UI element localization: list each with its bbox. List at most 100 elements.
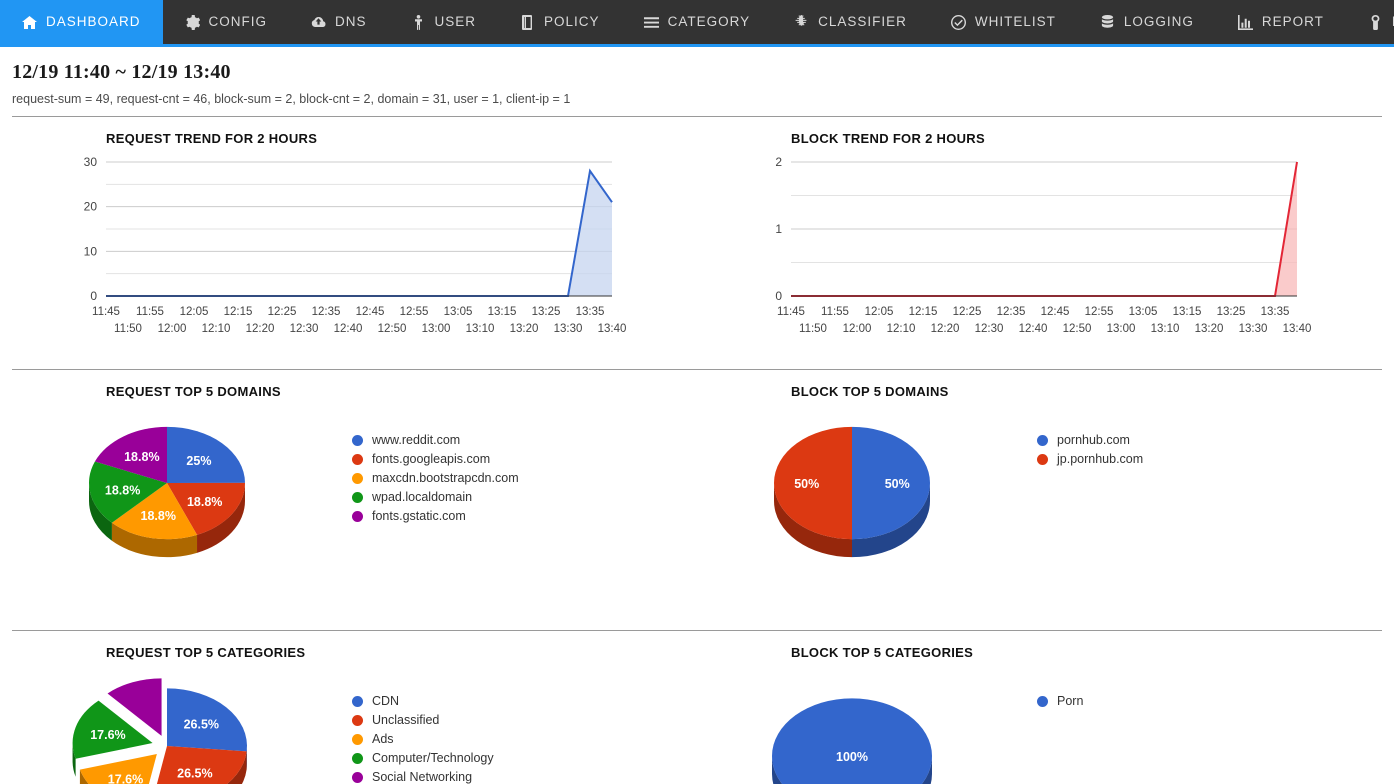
pie-slice-percentage: 100% bbox=[836, 750, 868, 764]
legend-color-dot bbox=[352, 696, 363, 707]
nav-item-category[interactable]: CATEGORY bbox=[622, 0, 773, 44]
nav-item-label: USER bbox=[434, 14, 477, 30]
legend-item[interactable]: www.reddit.com bbox=[352, 431, 519, 450]
legend-item[interactable]: fonts.gstatic.com bbox=[352, 507, 519, 526]
nav-item-label: CLASSIFIER bbox=[818, 14, 907, 30]
nav-item-whitelist[interactable]: WHITELIST bbox=[929, 0, 1078, 44]
legend-label: Computer/Technology bbox=[372, 751, 494, 766]
request-trend-svg: 0 10 20 30 11:45 11:50 11:55 12:00 12:05 12:10 12:… bbox=[84, 155, 627, 335]
x-tick-label: 13:30 bbox=[554, 323, 583, 335]
x-tick-label: 12:40 bbox=[334, 323, 363, 335]
pie-slice-percentage: 18.8% bbox=[187, 495, 222, 509]
pie-slice-percentage: 50% bbox=[794, 477, 819, 491]
nav-item-label: DASHBOARD bbox=[46, 14, 141, 30]
legend-label: pornhub.com bbox=[1057, 433, 1130, 448]
x-tick-label: 13:15 bbox=[1173, 306, 1202, 318]
x-tick-label: 12:00 bbox=[158, 323, 187, 335]
database-icon bbox=[1101, 14, 1113, 28]
block-domains-svg: 50% 50% bbox=[774, 426, 930, 558]
legend-item[interactable]: Social Networking bbox=[352, 768, 494, 784]
x-tick-label: 13:40 bbox=[1283, 323, 1312, 335]
legend-item[interactable]: jp.pornhub.com bbox=[1037, 450, 1143, 469]
x-tick-label: 13:10 bbox=[1151, 323, 1180, 335]
x-tick-label: 12:45 bbox=[356, 306, 385, 318]
request-domains-pie: 25% 18.8% 18.8% 18.8% 18.8% bbox=[12, 403, 352, 598]
bug-icon bbox=[795, 14, 807, 26]
block-categories-title: BLOCK TOP 5 CATEGORIES bbox=[791, 645, 974, 660]
legend-color-dot bbox=[352, 473, 363, 484]
x-tick-label: 13:40 bbox=[598, 323, 627, 335]
check-circle-icon bbox=[950, 14, 966, 30]
x-tick-label: 12:55 bbox=[1085, 306, 1114, 318]
x-tick-label: 12:20 bbox=[931, 323, 960, 335]
legend-color-dot bbox=[1037, 696, 1048, 707]
legend-color-dot bbox=[352, 454, 363, 465]
legend-item[interactable]: fonts.googleapis.com bbox=[352, 450, 519, 469]
legend-item[interactable]: maxcdn.bootstrapcdn.com bbox=[352, 469, 519, 488]
panel-block-categories: BLOCK TOP 5 CATEGORIES 100% Porn bbox=[697, 631, 1382, 784]
nav-item-label: CONFIG bbox=[208, 14, 268, 30]
x-tick-label: 11:50 bbox=[114, 323, 142, 335]
x-tick-label: 13:30 bbox=[1239, 323, 1268, 335]
cloud-icon bbox=[311, 16, 326, 27]
nav-item-report[interactable]: REPORT bbox=[1216, 0, 1346, 44]
block-categories-pie: 100% bbox=[697, 664, 1037, 784]
legend-item[interactable]: Unclassified bbox=[352, 711, 494, 730]
svg-text:2: 2 bbox=[775, 155, 782, 169]
request-categories-pie: 26.5% 26.5% 17.6% 17.6% bbox=[12, 664, 352, 784]
nav-item-label: DNS bbox=[335, 14, 367, 30]
pie-slice-percentage: 26.5% bbox=[177, 767, 212, 781]
legend-color-dot bbox=[352, 435, 363, 446]
nav-item-dashboard[interactable]: DASHBOARD bbox=[0, 0, 163, 44]
pie-slice-percentage: 17.6% bbox=[90, 728, 125, 742]
nav-item-config[interactable]: CONFIG bbox=[163, 0, 290, 44]
x-tick-label: 12:00 bbox=[843, 323, 872, 335]
nav-item-logging[interactable]: LOGGING bbox=[1078, 0, 1216, 44]
legend-label: wpad.localdomain bbox=[372, 490, 473, 505]
nav-item-help[interactable]: HELP bbox=[1346, 0, 1394, 44]
nav-item-classifier[interactable]: CLASSIFIER bbox=[772, 0, 929, 44]
request-trend-chart: 0 10 20 30 11:45 11:50 11:55 12:00 12:05 12:10 12:… bbox=[12, 152, 697, 357]
block-trend-title: BLOCK TREND FOR 2 HOURS bbox=[791, 131, 985, 146]
x-tick-label: 13:15 bbox=[488, 306, 517, 318]
nav-item-dns[interactable]: DNS bbox=[289, 0, 389, 44]
legend-label: Ads bbox=[372, 732, 394, 747]
legend-item[interactable]: Ads bbox=[352, 730, 494, 749]
legend-item[interactable]: Computer/Technology bbox=[352, 749, 494, 768]
x-tick-label: 11:55 bbox=[821, 306, 849, 318]
x-tick-label: 12:40 bbox=[1019, 323, 1048, 335]
block-trend-chart: 0 1 2 11:45 11:50 11:55 12:00 12:05 12:10 12:15 12… bbox=[697, 152, 1382, 357]
nav-item-user[interactable]: USER bbox=[389, 0, 499, 44]
pie-slice-percentage: 26.5% bbox=[184, 718, 219, 732]
request-domains-svg: 25%18.8%18.8%18.8%18.8% bbox=[89, 426, 245, 558]
nav-item-label: POLICY bbox=[544, 14, 600, 30]
x-tick-label: 12:20 bbox=[246, 323, 275, 335]
legend-item[interactable]: pornhub.com bbox=[1037, 431, 1143, 450]
panel-request-categories: REQUEST TOP 5 CATEGORIES 26.5% 26.5% 17.6%… bbox=[12, 631, 697, 784]
x-tick-label: 12:55 bbox=[400, 306, 429, 318]
nav-item-label: CATEGORY bbox=[667, 14, 751, 30]
x-tick-label: 12:25 bbox=[268, 306, 297, 318]
x-tick-label: 12:30 bbox=[975, 323, 1004, 335]
x-tick-label: 12:05 bbox=[180, 306, 209, 318]
legend-item[interactable]: wpad.localdomain bbox=[352, 488, 519, 507]
x-tick-label: 12:15 bbox=[224, 306, 253, 318]
x-tick-label: 13:00 bbox=[422, 323, 451, 335]
nav-item-label: WHITELIST bbox=[974, 14, 1056, 30]
svg-text:0: 0 bbox=[775, 289, 782, 303]
legend-item[interactable]: CDN bbox=[352, 692, 494, 711]
summary-stats: request-sum = 49, request-cnt = 46, bloc… bbox=[12, 92, 571, 106]
panel-request-domains: REQUEST TOP 5 DOMAINS 25% 18.8% 18.8% 18.8%… bbox=[12, 370, 697, 620]
pie-slice-percentage: 17.6% bbox=[108, 773, 143, 784]
bar-chart-icon bbox=[1237, 14, 1253, 30]
legend-label: www.reddit.com bbox=[372, 433, 461, 448]
x-tick-label: 11:45 bbox=[777, 306, 805, 318]
legend-item[interactable]: Porn bbox=[1037, 692, 1083, 711]
main-navigation: DASHBOARD CONFIG DNS USER POLICY CATEGORY CLAS… bbox=[0, 0, 1394, 47]
nav-item-policy[interactable]: POLICY bbox=[498, 0, 622, 44]
domains-section: REQUEST TOP 5 DOMAINS 25% 18.8% 18.8% 18.8%… bbox=[12, 369, 1382, 620]
legend-color-dot bbox=[352, 511, 363, 522]
request-categories-legend: CDN Unclassified Ads Computer/Technology Soc… bbox=[352, 664, 494, 784]
x-tick-label: 12:10 bbox=[202, 323, 231, 335]
block-domains-title: BLOCK TOP 5 DOMAINS bbox=[791, 384, 949, 399]
